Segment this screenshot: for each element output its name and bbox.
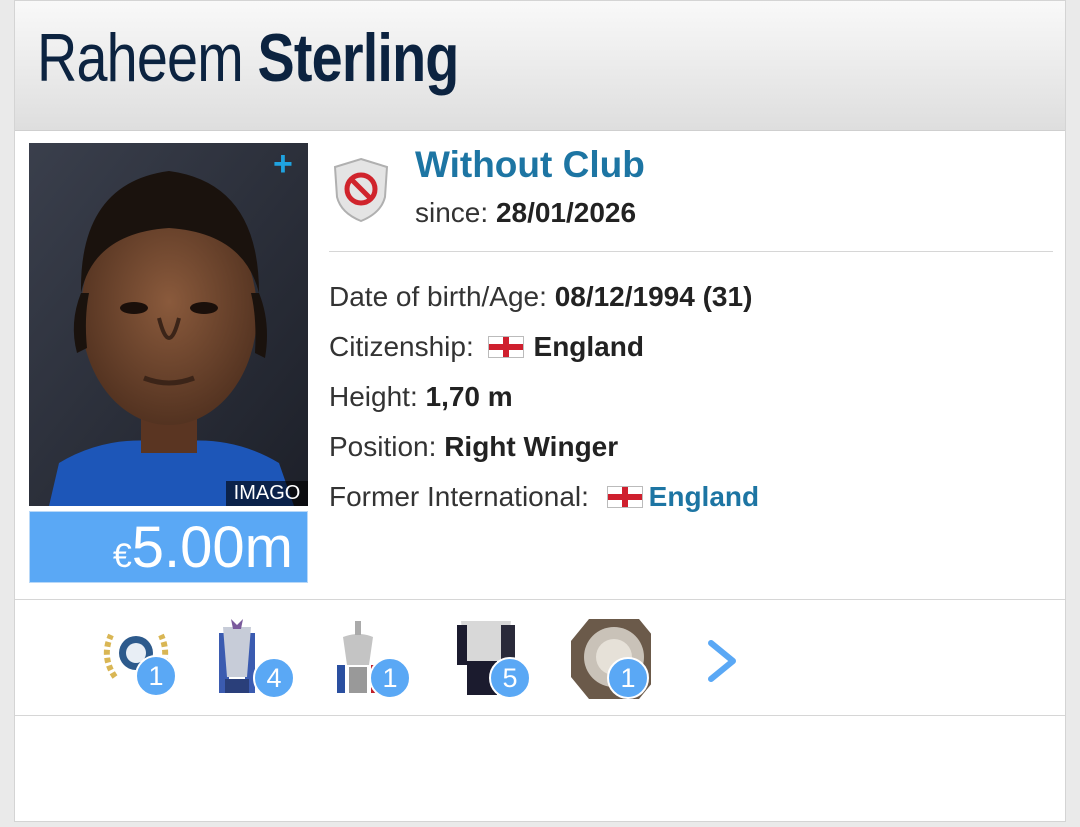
england-flag-icon xyxy=(606,486,643,508)
dob-label: Date of birth/Age: xyxy=(329,281,547,312)
trophy-count-badge: 1 xyxy=(135,655,177,697)
height-value: 1,70 m xyxy=(425,381,513,412)
player-first-name: Raheem xyxy=(37,20,244,96)
height-label: Height: xyxy=(329,381,418,412)
trophy-count-badge: 5 xyxy=(489,657,531,699)
chevron-right-icon[interactable] xyxy=(703,637,743,685)
market-value-currency: € xyxy=(112,537,132,575)
trophy-award[interactable]: 1 xyxy=(97,617,179,701)
trophy-league-cup[interactable]: 5 xyxy=(451,617,533,701)
trophy-count-badge: 4 xyxy=(253,657,295,699)
player-last-name: Sterling xyxy=(257,20,460,96)
divider xyxy=(15,715,1065,716)
citizenship-label: Citizenship: xyxy=(329,331,474,362)
club-since: since: 28/01/2026 xyxy=(415,197,636,229)
player-profile-card: Raheem Sterling + IMAGO €5.00m Without C… xyxy=(14,0,1066,822)
position-label: Position: xyxy=(329,431,437,462)
profile-header: Raheem Sterling xyxy=(15,1,1065,131)
height-row: Height: 1,70 m xyxy=(329,381,513,413)
player-name: Raheem Sterling xyxy=(37,19,459,97)
former-international-link[interactable]: England xyxy=(649,481,759,512)
divider xyxy=(329,251,1053,252)
divider xyxy=(15,599,1065,600)
trophy-fa-cup[interactable]: 1 xyxy=(333,617,415,701)
citizenship-row: Citizenship: England xyxy=(329,331,644,363)
position-value: Right Winger xyxy=(444,431,619,462)
trophy-count-badge: 1 xyxy=(607,657,649,699)
dob-value: 08/12/1994 (31) xyxy=(554,281,753,312)
add-to-watchlist-plus-icon[interactable]: + xyxy=(273,147,293,181)
since-date: 28/01/2026 xyxy=(495,197,637,228)
former-international-row: Former International: England xyxy=(329,481,759,513)
since-label: since: xyxy=(415,197,489,228)
photo-credit: IMAGO xyxy=(226,481,308,506)
player-photo[interactable] xyxy=(29,143,308,506)
england-flag-icon xyxy=(487,336,524,358)
market-value-box[interactable]: €5.00m xyxy=(29,511,308,583)
trophy-community-shield[interactable]: 1 xyxy=(569,617,657,701)
trophy-premier-league[interactable]: 4 xyxy=(215,617,297,701)
market-value-amount: 5.00m xyxy=(131,515,293,580)
date-of-birth-row: Date of birth/Age: 08/12/1994 (31) xyxy=(329,281,752,313)
position-row: Position: Right Winger xyxy=(329,431,618,463)
club-name-link[interactable]: Without Club xyxy=(415,144,645,186)
former-international-label: Former International: xyxy=(329,481,589,512)
no-club-shield-icon xyxy=(333,157,389,223)
trophy-count-badge: 1 xyxy=(369,657,411,699)
citizenship-value: England xyxy=(533,331,644,362)
